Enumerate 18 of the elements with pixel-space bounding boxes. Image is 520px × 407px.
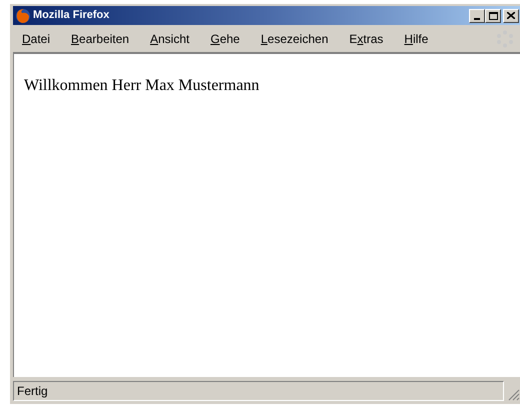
menu-item[interactable]: Extras — [340, 28, 392, 48]
menu-item[interactable]: Ansicht — [141, 28, 198, 48]
menu-item[interactable]: Gehe — [201, 28, 249, 48]
browser-logo-icon — [15, 8, 31, 24]
minimize-button[interactable] — [469, 8, 485, 22]
maximize-button[interactable] — [485, 8, 501, 22]
close-icon — [507, 12, 515, 19]
menu-item[interactable]: Bearbeiten — [62, 28, 138, 48]
menu-item[interactable]: Datei — [13, 28, 60, 48]
menu-item[interactable]: Lesezeichen — [252, 28, 338, 48]
status-text: Fertig — [17, 382, 48, 400]
close-button[interactable] — [503, 8, 519, 22]
minimize-icon — [474, 18, 480, 20]
resize-grip-icon — [506, 387, 520, 401]
menu-item[interactable]: Hilfe — [395, 28, 438, 48]
welcome-text: Willkommen Herr Max Mustermann — [24, 76, 260, 96]
window-title: Mozilla Firefox — [33, 8, 110, 24]
maximize-icon — [488, 12, 498, 20]
